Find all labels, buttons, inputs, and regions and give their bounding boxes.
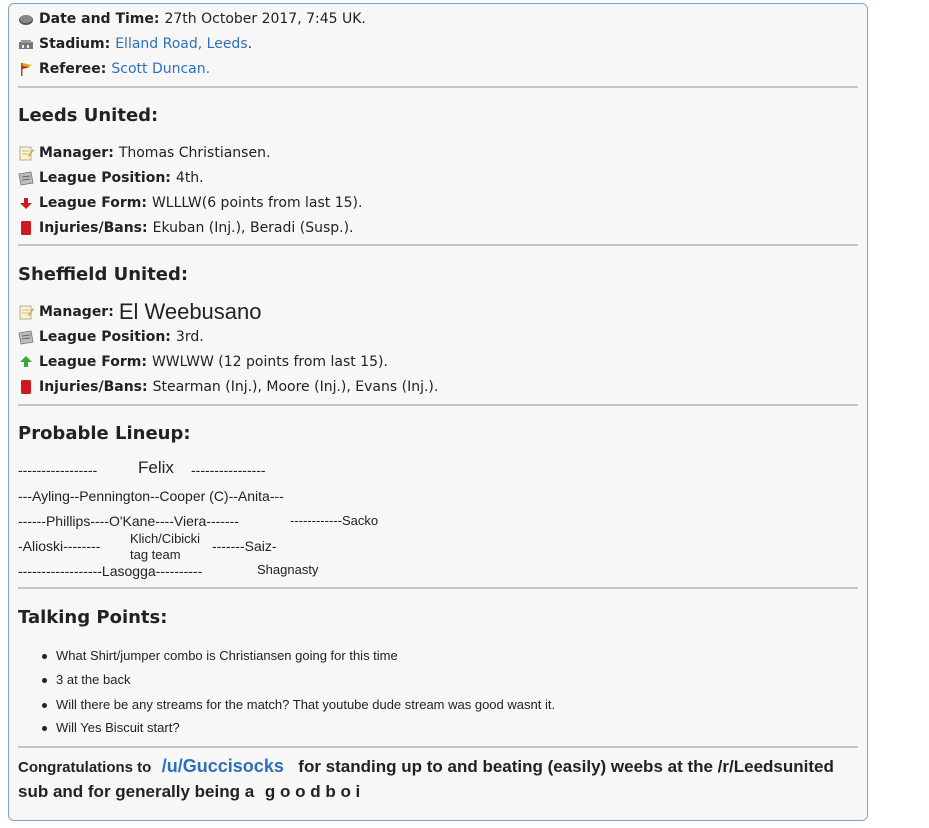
divider xyxy=(18,404,858,406)
red-card-icon xyxy=(18,220,34,236)
leeds-manager-value: Thomas Christiansen. xyxy=(118,145,271,161)
referee-row: Referee: Scott Duncan. xyxy=(18,60,210,78)
newspaper-icon xyxy=(18,170,34,186)
stadium-label: Stadium: xyxy=(39,36,111,52)
memo-icon xyxy=(18,304,34,320)
lineup-gk-right: ---------------- xyxy=(191,462,266,478)
congrats-user-link[interactable]: /u/Guccisocks xyxy=(162,756,284,776)
congrats-line-1: Congratulations to /u/Guccisocks for sta… xyxy=(18,754,834,780)
leeds-position-label: League Position: xyxy=(39,170,171,186)
talking-point-text: 3 at the back xyxy=(56,672,131,687)
flag-icon xyxy=(18,61,34,77)
lineup-am-left: -Alioski-------- xyxy=(18,538,101,554)
clock-icon xyxy=(18,11,34,27)
lineup-gk-left: ----------------- xyxy=(18,462,98,478)
lineup-midfield-extra: ------------Sacko xyxy=(290,513,379,528)
sheffield-manager-label: Manager: xyxy=(39,304,114,320)
divider xyxy=(18,86,858,88)
talking-point-text: Will Yes Biscuit start? xyxy=(56,720,180,735)
talking-point-text: What Shirt/jumper combo is Christiansen … xyxy=(56,648,398,663)
leeds-manager-label: Manager: xyxy=(39,145,114,161)
leeds-heading: Leeds United: xyxy=(18,105,159,126)
datetime-value: 27th October 2017, 7:45 UK. xyxy=(164,11,366,27)
red-card-icon xyxy=(18,379,34,395)
green-up-arrow-icon xyxy=(18,354,34,370)
lineup-am-center-2: tag team xyxy=(130,547,181,562)
leeds-position-row: League Position: 4th. xyxy=(18,169,204,187)
sheffield-form-value: WWLWW (12 points from last 15). xyxy=(151,354,388,370)
memo-icon xyxy=(18,145,34,161)
referee-label: Referee: xyxy=(39,61,107,77)
divider xyxy=(18,587,858,589)
datetime-label: Date and Time: xyxy=(39,11,160,27)
lineup-gk-name: Felix xyxy=(138,458,174,477)
leeds-position-value: 4th. xyxy=(175,170,204,186)
congrats-prefix: Congratulations to xyxy=(18,759,152,776)
congrats-suffix: for standing up to and beating (easily) … xyxy=(298,757,834,776)
lineup-striker-extra: Shagnasty xyxy=(257,562,319,577)
sheffield-injuries-label: Injuries/Bans: xyxy=(39,379,148,395)
leeds-manager-row: Manager: Thomas Christiansen. xyxy=(18,144,270,162)
sheffield-form-row: League Form: WWLWW (12 points from last … xyxy=(18,353,388,371)
newspaper-icon xyxy=(18,329,34,345)
sheffield-heading: Sheffield United: xyxy=(18,264,189,285)
stadium-row: Stadium: Elland Road, Leeds. xyxy=(18,35,252,53)
lineup-am-right: -------Saiz- xyxy=(212,538,277,554)
leeds-form-label: League Form: xyxy=(39,195,147,211)
lineup-heading: Probable Lineup: xyxy=(18,423,191,444)
talking-points-heading: Talking Points: xyxy=(18,607,168,628)
leeds-form-row: League Form: WLLLW(6 points from last 15… xyxy=(18,194,362,212)
sheffield-manager-value: El Weebusano xyxy=(118,299,262,324)
lineup-midfield: ------Phillips----O'Kane----Viera------- xyxy=(18,513,239,529)
list-item: 3 at the back xyxy=(42,672,130,688)
stadium-icon xyxy=(18,36,34,52)
stadium-link[interactable]: Elland Road, Leeds xyxy=(115,35,247,53)
referee-link[interactable]: Scott Duncan. xyxy=(111,60,210,78)
sheffield-position-label: League Position: xyxy=(39,329,171,345)
sheffield-injuries-row: Injuries/Bans: Stearman (Inj.), Moore (I… xyxy=(18,378,438,396)
leeds-injuries-value: Ekuban (Inj.), Beradi (Susp.). xyxy=(152,220,354,236)
list-item: Will Yes Biscuit start? xyxy=(42,720,180,736)
list-item: Will there be any streams for the match?… xyxy=(42,697,555,713)
leeds-injuries-row: Injuries/Bans: Ekuban (Inj.), Beradi (Su… xyxy=(18,219,354,237)
sheffield-injuries-value: Stearman (Inj.), Moore (Inj.), Evans (In… xyxy=(152,379,439,395)
divider xyxy=(18,746,858,748)
congrats-spaced-text: g o o d b o i xyxy=(264,782,361,801)
sheffield-position-row: League Position: 3rd. xyxy=(18,328,204,346)
talking-point-text: Will there be any streams for the match?… xyxy=(56,697,556,712)
list-item: What Shirt/jumper combo is Christiansen … xyxy=(42,648,398,664)
sheffield-position-value: 3rd. xyxy=(175,329,204,345)
sheffield-manager-row: Manager: El Weebusano xyxy=(18,300,262,324)
congrats-line2-text: sub and for generally being a xyxy=(18,782,255,801)
datetime-row: Date and Time: 27th October 2017, 7:45 U… xyxy=(18,10,366,28)
lineup-am-center-1: Klich/Cibicki xyxy=(130,531,201,546)
congrats-line-2: sub and for generally being a g o o d b … xyxy=(18,780,360,804)
red-down-arrow-icon xyxy=(18,195,34,211)
lineup-defence: ---Ayling--Pennington--Cooper (C)--Anita… xyxy=(18,488,284,504)
lineup-striker: ------------------Lasogga---------- xyxy=(18,563,203,579)
leeds-form-value: WLLLW(6 points from last 15). xyxy=(151,195,363,211)
divider xyxy=(18,244,858,246)
leeds-injuries-label: Injuries/Bans: xyxy=(39,220,148,236)
stadium-dot: . xyxy=(247,36,253,52)
sheffield-form-label: League Form: xyxy=(39,354,147,370)
